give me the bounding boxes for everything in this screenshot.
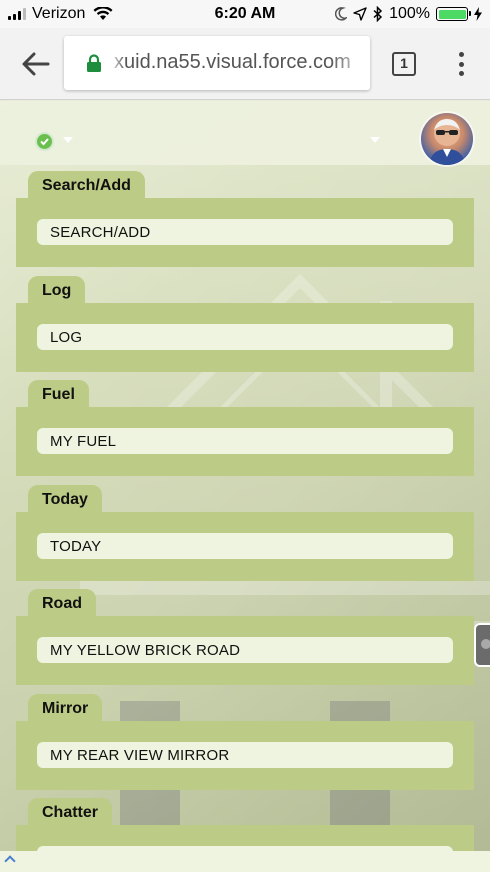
- card-body: MY REAR VIEW MIRROR: [16, 720, 474, 790]
- status-right: 100%: [335, 5, 482, 23]
- card-body: LOG: [16, 302, 474, 372]
- avatar[interactable]: [421, 113, 473, 165]
- card-tab-label[interactable]: Fuel: [28, 380, 89, 408]
- chevron-up-icon[interactable]: [4, 855, 16, 867]
- card-tab-label[interactable]: Today: [28, 484, 102, 513]
- battery-percent: 100%: [389, 5, 430, 22]
- card-body: TODAY: [16, 511, 474, 581]
- card-log: Log LOG: [0, 275, 490, 381]
- bluetooth-icon: [373, 6, 383, 22]
- url-fade-right: [330, 36, 370, 90]
- card-search-add: Search/Add SEARCH/ADD: [0, 171, 490, 276]
- card-tab-label[interactable]: Road: [28, 589, 96, 617]
- card-link-field[interactable]: MY FUEL: [37, 428, 453, 454]
- card-tab-label[interactable]: Mirror: [28, 693, 103, 722]
- battery-fill: [438, 9, 466, 19]
- url-text: xuid.na55.visual.force.com: [114, 51, 351, 73]
- ios-status-bar: Verizon 6:20 AM 100%: [0, 0, 490, 28]
- bottom-bar: [0, 851, 490, 872]
- location-arrow-icon: [353, 7, 367, 21]
- card-today: Today TODAY: [0, 484, 490, 590]
- address-bar[interactable]: xuid.na55.visual.force.com: [64, 36, 370, 90]
- card-chatter: Chatter: [0, 798, 490, 851]
- card-list: Search/Add SEARCH/ADD Log LOG Fuel MY FU…: [0, 171, 490, 851]
- card-tab-label[interactable]: Log: [28, 275, 86, 304]
- card-body: [16, 825, 474, 851]
- card-tab-label[interactable]: Chatter: [28, 798, 113, 826]
- battery-icon: [436, 7, 471, 21]
- tab-switcher-button[interactable]: 1: [392, 52, 416, 76]
- app-header: [0, 101, 490, 165]
- side-panel-handle[interactable]: [474, 623, 490, 667]
- card-body: MY YELLOW BRICK ROAD: [16, 616, 474, 685]
- check-circle-icon[interactable]: [35, 132, 54, 151]
- charging-bolt-icon: [474, 7, 482, 21]
- card-link-field[interactable]: LOG: [37, 323, 453, 350]
- card-link-field[interactable]: SEARCH/ADD: [37, 219, 453, 245]
- card-body: MY FUEL: [16, 407, 474, 476]
- card-tab-label[interactable]: Search/Add: [28, 171, 145, 199]
- card-fuel: Fuel MY FUEL: [0, 380, 490, 485]
- card-link-field[interactable]: MY YELLOW BRICK ROAD: [37, 637, 453, 663]
- browser-toolbar: xuid.na55.visual.force.com 1: [0, 28, 490, 100]
- back-arrow-icon[interactable]: [20, 50, 52, 78]
- card-body: SEARCH/ADD: [16, 198, 474, 267]
- moon-icon: [335, 7, 348, 21]
- card-link-field[interactable]: TODAY: [37, 532, 453, 559]
- more-menu-icon[interactable]: [452, 50, 470, 78]
- status-dropdown-caret-icon[interactable]: [63, 137, 73, 143]
- card-mirror: Mirror MY REAR VIEW MIRROR: [0, 693, 490, 799]
- header-dropdown-caret-icon[interactable]: [370, 137, 380, 143]
- card-road: Road MY YELLOW BRICK ROAD: [0, 589, 490, 694]
- lock-icon: [87, 54, 101, 72]
- app-viewport: Search/Add SEARCH/ADD Log LOG Fuel MY FU…: [0, 101, 490, 851]
- url-fade-left: [108, 36, 126, 90]
- card-link-field[interactable]: MY REAR VIEW MIRROR: [37, 741, 453, 768]
